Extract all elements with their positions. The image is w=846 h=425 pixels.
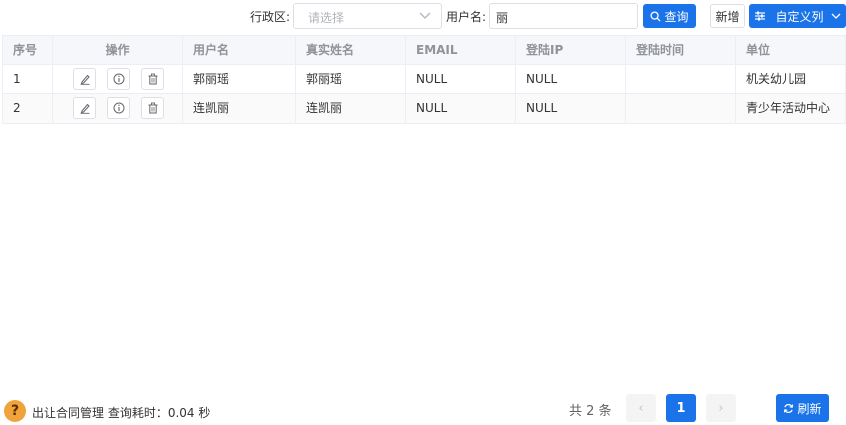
info-icon (113, 102, 124, 114)
cell-email: NULL (406, 94, 516, 123)
custom-columns-button[interactable]: 自定义列 (749, 4, 846, 28)
sliders-icon (755, 11, 766, 21)
cell-index: 1 (3, 65, 53, 94)
search-icon (650, 10, 662, 22)
table-row[interactable]: 1 郭丽瑶 郭丽瑶 NULL NULL 机关幼儿园 (3, 65, 845, 94)
chevron-right-icon: › (718, 400, 724, 416)
column-header-login-ip[interactable]: 登陆IP (516, 36, 626, 65)
cell-unit: 青少年活动中心 (746, 101, 831, 115)
column-header-real-name[interactable]: 真实姓名 (296, 36, 406, 65)
column-header-actions: 操作 (53, 36, 183, 65)
username-label: 用户名: (446, 10, 487, 24)
column-header-email[interactable]: EMAIL (406, 36, 516, 65)
query-button-label: 查询 (664, 9, 689, 24)
add-button-label: 新增 (715, 9, 740, 24)
district-select-placeholder: 请选择 (308, 11, 345, 25)
info-button[interactable] (107, 97, 130, 119)
help-icon[interactable]: ? (4, 400, 26, 422)
delete-button[interactable] (141, 97, 164, 119)
query-status-text: 出让合同管理 查询耗时：0.04 秒 (32, 406, 211, 420)
table-footer: ? 出让合同管理 查询耗时：0.04 秒 共 2 条 ‹ 1 › 刷新 (0, 393, 846, 423)
total-count: 共 2 条 (569, 404, 612, 419)
table-row[interactable]: 2 连凯丽 连凯丽 NULL NULL 青少年活动中心 (3, 94, 845, 123)
query-button[interactable]: 查询 (643, 4, 696, 28)
custom-columns-label: 自定义列 (775, 9, 824, 24)
refresh-icon (784, 403, 794, 413)
cell-login-ip: NULL (516, 65, 626, 94)
column-header-login-time[interactable]: 登陆时间 (626, 36, 736, 65)
chevron-left-icon: ‹ (638, 400, 644, 416)
edit-button[interactable] (73, 68, 96, 90)
info-button[interactable] (107, 68, 130, 90)
chevron-down-icon (831, 13, 840, 19)
delete-button[interactable] (141, 68, 164, 90)
pencil-icon (80, 103, 90, 114)
cell-index: 2 (3, 94, 53, 123)
filter-toolbar: 行政区: 请选择 用户名: 丽 查询 新增 自定义列 (0, 3, 846, 29)
cell-actions (53, 65, 183, 94)
cell-unit: 机关幼儿园 (746, 72, 807, 86)
column-header-index[interactable]: 序号 (3, 36, 53, 65)
username-input[interactable]: 丽 (489, 3, 638, 29)
edit-button[interactable] (73, 97, 96, 119)
district-select[interactable]: 请选择 (293, 3, 442, 29)
chevron-down-icon (419, 12, 431, 19)
next-page-button[interactable]: › (706, 394, 736, 422)
cell-actions (53, 94, 183, 123)
table-header-row: 序号 操作 用户名 真实姓名 EMAIL 登陆IP 登陆时间 单位 (3, 36, 845, 65)
cell-real-name: 郭丽瑶 (296, 65, 406, 94)
cell-username: 郭丽瑶 (183, 65, 296, 94)
column-header-username[interactable]: 用户名 (183, 36, 296, 65)
page-number-current[interactable]: 1 (666, 394, 696, 422)
refresh-button-label: 刷新 (797, 401, 822, 416)
add-button[interactable]: 新增 (710, 4, 745, 28)
refresh-button[interactable]: 刷新 (776, 394, 829, 422)
user-management-page: 行政区: 请选择 用户名: 丽 查询 新增 自定义列 序号 操作 用户名 真实姓… (0, 0, 846, 425)
cell-login-time (626, 94, 736, 123)
column-header-unit[interactable]: 单位 (736, 36, 845, 65)
username-input-value: 丽 (496, 11, 509, 25)
users-table: 序号 操作 用户名 真实姓名 EMAIL 登陆IP 登陆时间 单位 1 郭丽瑶 … (2, 35, 846, 124)
cell-real-name: 连凯丽 (296, 94, 406, 123)
cell-login-time (626, 65, 736, 94)
cell-login-ip: NULL (516, 94, 626, 123)
info-icon (113, 73, 124, 85)
pencil-icon (80, 74, 90, 85)
trash-icon (148, 102, 157, 114)
district-label: 行政区: (250, 10, 291, 24)
trash-icon (148, 73, 157, 85)
cell-username: 连凯丽 (183, 94, 296, 123)
cell-email: NULL (406, 65, 516, 94)
prev-page-button[interactable]: ‹ (626, 394, 656, 422)
